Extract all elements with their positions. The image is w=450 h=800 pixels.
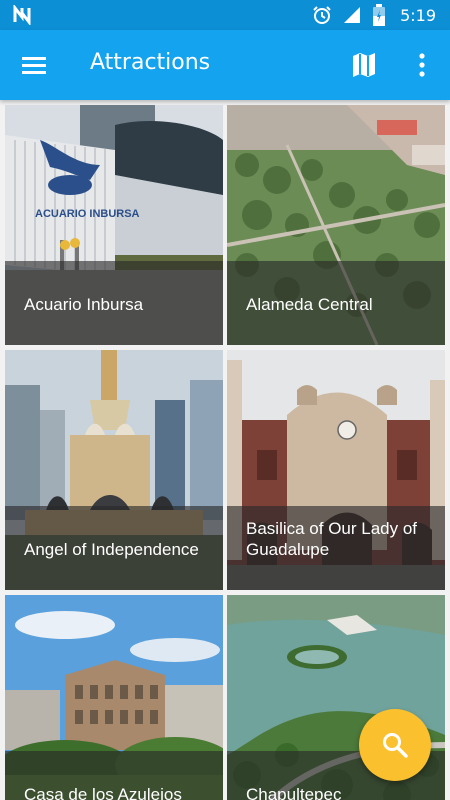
attraction-card-alameda-central[interactable]: Alameda Central <box>227 105 445 345</box>
alarm-icon <box>313 6 331 24</box>
attraction-caption: Acuario Inbursa <box>5 261 223 345</box>
attraction-caption: Basilica of Our Lady of Guadalupe <box>227 506 445 590</box>
map-button[interactable] <box>348 50 380 80</box>
attraction-caption: Angel of Independence <box>5 506 223 590</box>
signal-icon <box>344 7 361 23</box>
menu-button[interactable] <box>18 51 52 79</box>
map-icon <box>353 53 375 77</box>
search-fab-button[interactable] <box>359 709 431 781</box>
attraction-card-casa-de-los-azulejos[interactable]: Casa de los Azulejos <box>5 595 223 800</box>
status-time: 5:19 <box>400 5 436 25</box>
acuario-sign-text: ACUARIO INBURSA <box>35 208 140 220</box>
attraction-name: Acuario Inbursa <box>24 295 144 314</box>
attraction-caption: Casa de los Azulejos <box>5 751 223 800</box>
attraction-card-basilica-guadalupe[interactable]: Basilica of Our Lady of Guadalupe <box>227 350 445 590</box>
attraction-name: Alameda Central <box>246 295 373 314</box>
status-bar: 5:19 <box>0 0 450 30</box>
attraction-card-acuario-inbursa[interactable]: ACUARIO INBURSA Acuario Inbursa <box>5 105 223 345</box>
app-bar: Attractions <box>0 30 450 100</box>
attraction-name: Angel of Independence <box>24 540 199 559</box>
page-title: Attractions <box>90 50 211 75</box>
battery-icon <box>373 4 386 26</box>
menu-icon <box>22 57 46 74</box>
attraction-caption: Alameda Central <box>227 261 445 345</box>
search-icon <box>383 733 408 758</box>
notification-icon <box>13 5 31 25</box>
more-vert-icon <box>419 53 425 77</box>
attraction-name: Basilica of Our Lady of Guadalupe <box>246 519 418 559</box>
attractions-grid: ACUARIO INBURSA Acuario Inbursa Alameda … <box>0 100 450 800</box>
attraction-name: Casa de los Azulejos <box>24 785 182 800</box>
attraction-name: Chapultepec <box>246 785 342 800</box>
more-options-button[interactable] <box>410 50 434 80</box>
attraction-card-angel-of-independence[interactable]: Angel of Independence <box>5 350 223 590</box>
